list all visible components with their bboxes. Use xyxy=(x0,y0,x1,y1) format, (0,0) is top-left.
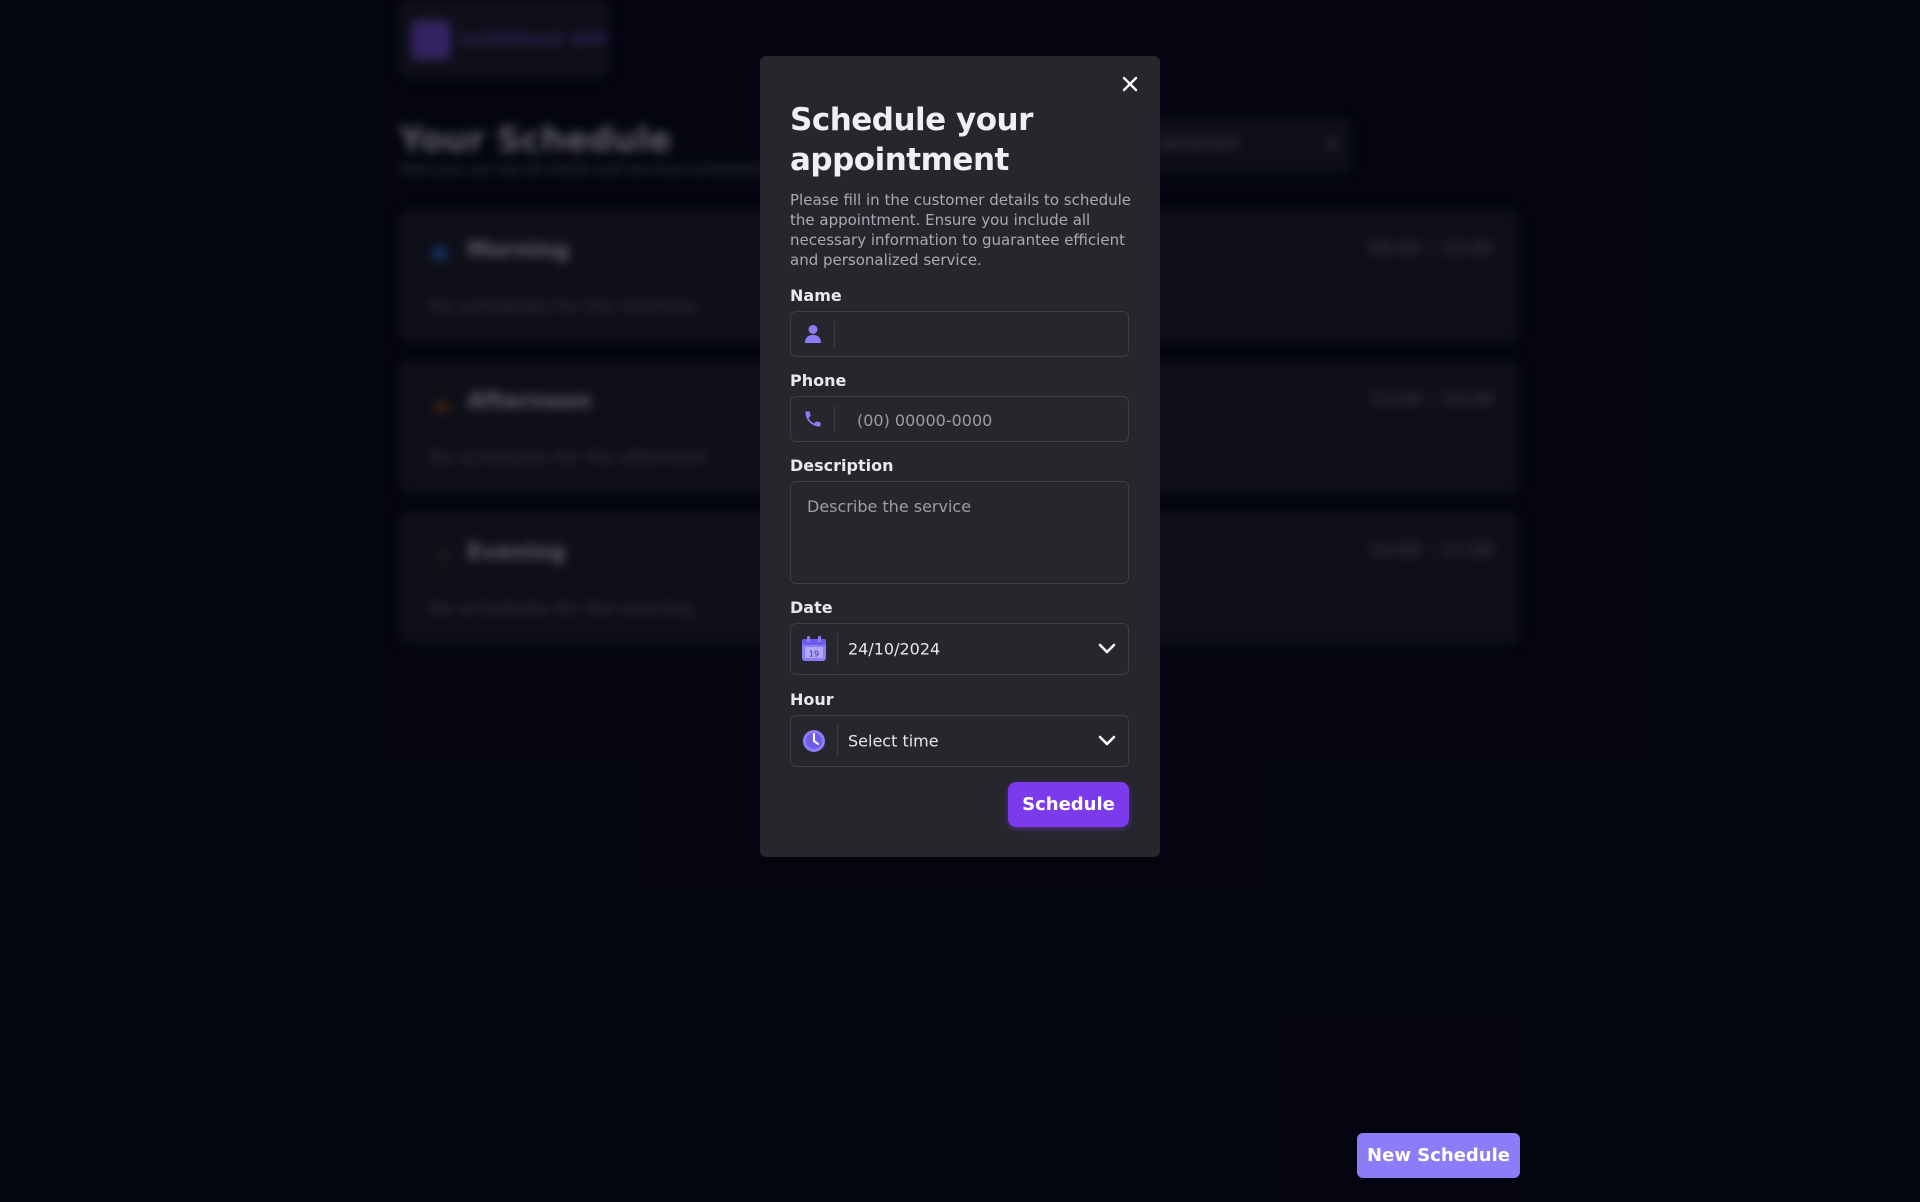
chevron-down-icon xyxy=(1098,643,1116,655)
close-button[interactable] xyxy=(1116,70,1144,98)
clock-icon xyxy=(791,716,837,766)
date-value: 24/10/2024 xyxy=(848,639,941,659)
chevron-down-icon xyxy=(1098,735,1116,747)
modal-title: Schedule your appointment xyxy=(790,102,1033,178)
date-select[interactable]: 19 24/10/2024 xyxy=(790,623,1129,675)
phone-label: Phone xyxy=(790,371,847,390)
hour-value: Select time xyxy=(848,731,939,751)
close-icon xyxy=(1122,76,1138,92)
date-label: Date xyxy=(790,598,833,617)
description-field xyxy=(790,481,1129,584)
modal-description: Please fill in the customer details to s… xyxy=(790,191,1132,269)
schedule-submit-button[interactable]: Schedule xyxy=(1008,782,1129,827)
schedule-modal: Schedule your appointment Please fill in… xyxy=(760,56,1160,857)
phone-icon xyxy=(791,397,835,441)
new-schedule-button[interactable]: New Schedule xyxy=(1357,1133,1520,1178)
hour-label: Hour xyxy=(790,690,834,709)
name-input[interactable] xyxy=(841,312,1120,358)
calendar-icon: 19 xyxy=(791,624,837,674)
description-input[interactable] xyxy=(791,482,1128,583)
name-label: Name xyxy=(790,286,842,305)
phone-input[interactable] xyxy=(855,397,1120,443)
hour-select[interactable]: Select time xyxy=(790,715,1129,767)
description-label: Description xyxy=(790,456,894,475)
name-field xyxy=(790,311,1129,358)
user-icon xyxy=(791,312,835,356)
phone-field xyxy=(790,396,1129,443)
svg-text:19: 19 xyxy=(809,650,819,659)
